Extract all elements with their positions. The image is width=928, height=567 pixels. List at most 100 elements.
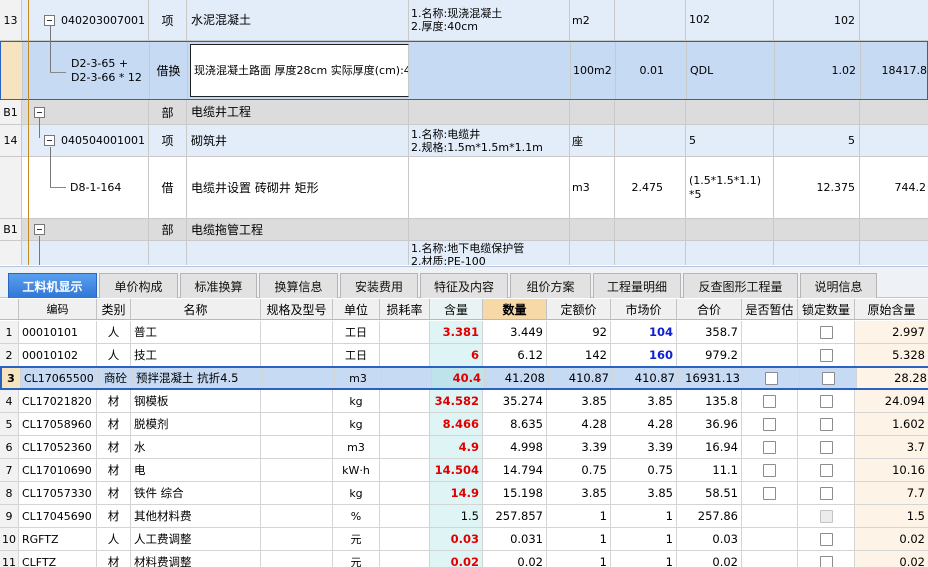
- name-cell[interactable]: 预拌混凝土 抗折4.5: [133, 368, 263, 388]
- header-unit[interactable]: 单位: [333, 299, 380, 319]
- name-cell[interactable]: 电缆井设置 砖砌井 矩形: [187, 157, 409, 218]
- content-cell[interactable]: 34.582: [430, 390, 483, 412]
- unit-cell[interactable]: 100m2: [571, 42, 616, 99]
- tab-labor-material-machine[interactable]: 工料机显示: [8, 273, 97, 298]
- category-cell[interactable]: 材: [97, 551, 131, 567]
- provisional-checkbox[interactable]: [763, 486, 776, 500]
- upper-row-13[interactable]: 13 040203007001 项 水泥混凝土 1.名称:现浇混凝土 2.厚度:…: [0, 0, 928, 41]
- unit-cell[interactable]: kg: [333, 413, 380, 435]
- lock-quantity-checkbox[interactable]: [819, 555, 833, 567]
- quantity-cell[interactable]: 8.635: [483, 413, 547, 435]
- upper-row-partial[interactable]: 1.名称:地下电缆保护管 2.材质:PE-100: [0, 241, 928, 265]
- name-cell[interactable]: 水泥混凝土: [187, 0, 409, 40]
- lock-quantity-checkbox[interactable]: [819, 532, 833, 546]
- loss-rate-cell[interactable]: [380, 528, 430, 550]
- category-cell[interactable]: 材: [97, 436, 131, 458]
- upper-row-sub-selected[interactable]: D2-3-65 + D2-3-66 * 12 借换 现浇混凝土路面 厚度28cm…: [0, 41, 928, 100]
- code-cell[interactable]: CL17057330: [19, 482, 97, 504]
- table-row[interactable]: 7 CL17010690 材 电 kW·h 14.504 14.794 0.75…: [0, 459, 928, 482]
- upper-row-14[interactable]: 14 040504001001 项 砌筑井 1.名称:电缆井 2.规格:1.5m…: [0, 125, 928, 157]
- quantity-cell[interactable]: 41.208: [485, 368, 549, 388]
- lock-quantity-checkbox[interactable]: [819, 486, 833, 500]
- category-cell[interactable]: 人: [97, 344, 131, 366]
- unit-cell[interactable]: 元: [333, 551, 380, 567]
- spec-cell[interactable]: [261, 459, 333, 481]
- tab-unit-price-composition[interactable]: 单价构成: [99, 273, 178, 298]
- unit-cell[interactable]: kg: [333, 482, 380, 504]
- name-edit-field[interactable]: 现浇混凝土路面 厚度28cm 实际厚度(cm):40: [190, 44, 409, 97]
- code-cell[interactable]: D8-1-164: [22, 157, 149, 218]
- name-cell[interactable]: 电缆井工程: [187, 100, 409, 124]
- table-row[interactable]: 10 RGFTZ 人 人工费调整 元 0.03 0.031 1 1 0.03 0…: [0, 528, 928, 551]
- header-category[interactable]: 类别: [97, 299, 131, 319]
- unit-cell[interactable]: m3: [570, 157, 615, 218]
- code-cell[interactable]: CL17052360: [19, 436, 97, 458]
- table-row[interactable]: 2 00010102 人 技工 工日 6 6.12 142 160 979.2 …: [0, 344, 928, 367]
- market-price-cell[interactable]: 160: [611, 344, 677, 366]
- tab-installation-fee[interactable]: 安装费用: [340, 273, 418, 298]
- features-cell[interactable]: [410, 42, 571, 99]
- code-cell[interactable]: D2-3-65 + D2-3-66 * 12: [23, 42, 150, 99]
- features-cell[interactable]: 1.名称:地下电缆保护管 2.材质:PE-100: [409, 241, 570, 265]
- quantity-cell[interactable]: 6.12: [483, 344, 547, 366]
- unit-cell[interactable]: %: [333, 505, 380, 527]
- table-row[interactable]: 5 CL17058960 材 脱模剂 kg 8.466 8.635 4.28 4…: [0, 413, 928, 436]
- header-quantity[interactable]: 数量: [483, 299, 547, 319]
- spec-cell[interactable]: [261, 413, 333, 435]
- loss-rate-cell[interactable]: [380, 413, 430, 435]
- loss-rate-cell[interactable]: [380, 321, 430, 343]
- loss-rate-cell[interactable]: [380, 505, 430, 527]
- upper-row-sub-2[interactable]: D8-1-164 借 电缆井设置 砖砌井 矩形 m3 2.475 (1.5*1.…: [0, 157, 928, 219]
- quantity-cell[interactable]: 1.02: [775, 42, 861, 99]
- name-cell[interactable]: 钢模板: [131, 390, 261, 412]
- unit-cell[interactable]: m3: [335, 368, 382, 388]
- header-spec[interactable]: 规格及型号: [261, 299, 333, 319]
- market-price-cell[interactable]: 410.87: [613, 368, 679, 388]
- loss-rate-cell[interactable]: [380, 459, 430, 481]
- category-cell[interactable]: 材: [97, 505, 131, 527]
- collapse-icon[interactable]: [34, 224, 45, 235]
- loss-rate-cell[interactable]: [382, 368, 432, 388]
- category-cell[interactable]: 材: [97, 482, 131, 504]
- quantity-cell[interactable]: 14.794: [483, 459, 547, 481]
- lock-quantity-checkbox[interactable]: [819, 417, 833, 431]
- tab-reverse-graphic-quantity[interactable]: 反查图形工程量: [683, 273, 798, 298]
- category-cell[interactable]: 材: [97, 413, 131, 435]
- spec-cell[interactable]: [263, 368, 335, 388]
- expression-cell[interactable]: (1.5*1.5*1.1) *5: [686, 157, 774, 218]
- code-cell[interactable]: CL17065500: [21, 368, 99, 388]
- content-cell[interactable]: 0.01: [616, 42, 687, 99]
- provisional-checkbox[interactable]: [763, 394, 776, 408]
- name-cell[interactable]: 技工: [131, 344, 261, 366]
- name-cell[interactable]: 人工费调整: [131, 528, 261, 550]
- code-cell[interactable]: CLFTZ: [19, 551, 97, 567]
- collapse-icon[interactable]: [44, 135, 55, 146]
- unit-cell[interactable]: 工日: [333, 321, 380, 343]
- market-price-cell[interactable]: 1: [611, 505, 677, 527]
- header-code[interactable]: 编码: [19, 299, 97, 319]
- table-row[interactable]: 4 CL17021820 材 钢模板 kg 34.582 35.274 3.85…: [0, 390, 928, 413]
- header-content[interactable]: 含量: [430, 299, 483, 319]
- category-cell[interactable]: 材: [97, 459, 131, 481]
- tab-quantity-details[interactable]: 工程量明细: [593, 273, 681, 298]
- tab-pricing-scheme[interactable]: 组价方案: [510, 273, 591, 298]
- code-cell[interactable]: CL17045690: [19, 505, 97, 527]
- content-cell[interactable]: 0.02: [430, 551, 483, 567]
- upper-row-section-2[interactable]: B1 部 电缆拖管工程: [0, 219, 928, 241]
- lock-quantity-checkbox[interactable]: [819, 440, 833, 454]
- name-cell[interactable]: 脱模剂: [131, 413, 261, 435]
- unit-cell[interactable]: 元: [333, 528, 380, 550]
- collapse-icon[interactable]: [34, 106, 45, 118]
- lock-quantity-checkbox[interactable]: [819, 394, 833, 408]
- name-cell[interactable]: 材料费调整: [131, 551, 261, 567]
- name-cell[interactable]: [187, 241, 409, 265]
- content-cell[interactable]: 6: [430, 344, 483, 366]
- content-cell[interactable]: 1.5: [430, 505, 483, 527]
- upper-row-section-1[interactable]: B1 部 电缆井工程: [0, 100, 928, 125]
- spec-cell[interactable]: [261, 551, 333, 567]
- quantity-cell[interactable]: 0.031: [483, 528, 547, 550]
- unit-cell[interactable]: m2: [570, 0, 615, 40]
- features-cell[interactable]: 1.名称:电缆井 2.规格:1.5m*1.5m*1.1m: [409, 125, 570, 156]
- code-cell[interactable]: [22, 241, 149, 265]
- lock-quantity-checkbox[interactable]: [819, 325, 833, 339]
